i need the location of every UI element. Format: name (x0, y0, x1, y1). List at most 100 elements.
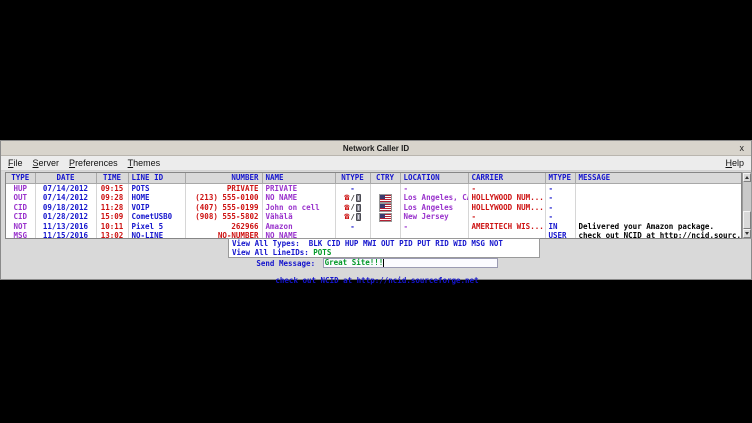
number-cell[interactable]: PRIVATE (185, 184, 262, 194)
call-row[interactable]: CID01/28/201215:09CometUSB0(908) 555-580… (6, 212, 741, 222)
col-header-time[interactable]: TIME (96, 173, 128, 184)
close-icon[interactable]: x (740, 142, 745, 155)
call-row[interactable]: HUP07/14/201209:15POTSPRIVATEPRIVATE---- (6, 184, 741, 194)
location-cell[interactable]: Los Angeles, CA (400, 193, 468, 203)
ctry-cell[interactable] (370, 222, 400, 231)
mtype-cell[interactable]: - (545, 203, 575, 213)
ncid-website-link[interactable]: check out NCID at http://ncid.sourceforg… (275, 276, 478, 285)
number-cell[interactable]: (908) 555-5802 (185, 212, 262, 222)
col-header-mtype[interactable]: MTYPE (545, 173, 575, 184)
date-cell[interactable]: 07/14/2012 (35, 184, 96, 194)
number-cell[interactable]: (407) 555-0199 (185, 203, 262, 213)
date-cell[interactable]: 11/13/2016 (35, 222, 96, 231)
location-cell[interactable]: - (400, 184, 468, 194)
date-cell[interactable]: 07/14/2012 (35, 193, 96, 203)
message-cell[interactable] (575, 212, 741, 222)
carrier-cell[interactable]: - (468, 212, 545, 222)
type-cell[interactable]: HUP (6, 184, 35, 194)
type-cell[interactable]: CID (6, 212, 35, 222)
lineid-cell[interactable]: Pixel 5 (128, 222, 185, 231)
call-row[interactable]: OUT07/14/201209:28HOME(213) 555-0100NO N… (6, 193, 741, 203)
col-header-type[interactable]: TYPE (6, 173, 35, 184)
scrollbar-thumb[interactable] (743, 211, 751, 229)
menu-item-preferences[interactable]: Preferences (64, 157, 123, 169)
menu-item-server[interactable]: Server (28, 157, 65, 169)
col-header-ctry[interactable]: CTRY (370, 173, 400, 184)
name-cell[interactable]: NO NAME (262, 193, 335, 203)
ntype-cell[interactable]: - (335, 222, 370, 231)
lineid-cell[interactable]: CometUSB0 (128, 212, 185, 222)
scroll-down-icon[interactable] (743, 229, 751, 238)
col-header-location[interactable]: LOCATION (400, 173, 468, 184)
time-cell[interactable]: 15:09 (96, 212, 128, 222)
ctry-cell[interactable] (370, 184, 400, 194)
col-header-number[interactable]: NUMBER (185, 173, 262, 184)
ctry-cell[interactable] (370, 212, 400, 222)
lineid-cell[interactable]: NO-LINE (128, 231, 185, 240)
col-header-ntype[interactable]: NTYPE (335, 173, 370, 184)
location-cell[interactable]: New Jersey (400, 212, 468, 222)
lineid-cell[interactable]: VOIP (128, 203, 185, 213)
carrier-cell[interactable]: AMERITECH WIS... (468, 222, 545, 231)
menu-bar: FileServerPreferencesThemes Help (1, 156, 751, 171)
call-row[interactable]: NOT11/13/201610:11Pixel 5262966Amazon--A… (6, 222, 741, 231)
name-cell[interactable]: PRIVATE (262, 184, 335, 194)
type-cell[interactable]: MSG (6, 231, 35, 240)
col-header-carrier[interactable]: CARRIER (468, 173, 545, 184)
message-cell[interactable]: check out NCID at http://ncid.sourc... (575, 231, 741, 240)
col-header-message[interactable]: MESSAGE (575, 173, 741, 184)
date-cell[interactable]: 01/28/2012 (35, 212, 96, 222)
carrier-cell[interactable]: HOLLYWOOD NUM... (468, 203, 545, 213)
call-row[interactable]: CID09/18/201211:28VOIP(407) 555-0199John… (6, 203, 741, 213)
name-cell[interactable]: John on cell (262, 203, 335, 213)
carrier-cell[interactable]: - (468, 184, 545, 194)
title-bar[interactable]: Network Caller ID x (1, 141, 751, 156)
type-cell[interactable]: OUT (6, 193, 35, 203)
time-cell[interactable]: 09:28 (96, 193, 128, 203)
message-cell[interactable] (575, 193, 741, 203)
menu-item-themes[interactable]: Themes (123, 157, 166, 169)
col-header-name[interactable]: NAME (262, 173, 335, 184)
date-cell[interactable]: 11/15/2016 (35, 231, 96, 240)
mtype-cell[interactable]: USER (545, 231, 575, 240)
cell-phone-icon (356, 204, 361, 212)
carrier-cell[interactable]: HOLLYWOOD NUM... (468, 193, 545, 203)
col-header-date[interactable]: DATE (35, 173, 96, 184)
mtype-cell[interactable]: - (545, 184, 575, 194)
send-message-input[interactable]: Great Site!!! (323, 258, 498, 268)
message-cell[interactable] (575, 184, 741, 194)
ntype-separator: / (351, 213, 355, 222)
number-cell[interactable]: 262966 (185, 222, 262, 231)
message-cell[interactable]: Delivered your Amazon package. (575, 222, 741, 231)
type-cell[interactable]: NOT (6, 222, 35, 231)
menu-item-file[interactable]: File (3, 157, 28, 169)
ntype-cell[interactable]: ☎/ (335, 212, 370, 222)
time-cell[interactable]: 11:28 (96, 203, 128, 213)
message-cell[interactable] (575, 203, 741, 213)
link-row: check out NCID at http://ncid.sourceforg… (1, 268, 752, 287)
time-cell[interactable]: 10:11 (96, 222, 128, 231)
lineid-cell[interactable]: HOME (128, 193, 185, 203)
location-cell[interactable]: - (400, 222, 468, 231)
time-cell[interactable]: 09:15 (96, 184, 128, 194)
name-cell[interactable]: Vähälä (262, 212, 335, 222)
scroll-up-icon[interactable] (743, 173, 751, 182)
menu-item-help[interactable]: Help (720, 157, 749, 169)
lineid-cell[interactable]: POTS (128, 184, 185, 194)
mtype-cell[interactable]: IN (545, 222, 575, 231)
name-cell[interactable]: Amazon (262, 222, 335, 231)
ntype-cell[interactable]: ☎/ (335, 193, 370, 203)
time-cell[interactable]: 13:02 (96, 231, 128, 240)
mtype-cell[interactable]: - (545, 212, 575, 222)
ctry-cell[interactable] (370, 203, 400, 213)
ntype-cell[interactable]: ☎/ (335, 203, 370, 213)
location-cell[interactable]: Los Angeles (400, 203, 468, 213)
type-cell[interactable]: CID (6, 203, 35, 213)
table-scrollbar[interactable] (742, 172, 752, 239)
col-header-lineid[interactable]: LINE ID (128, 173, 185, 184)
mtype-cell[interactable]: - (545, 193, 575, 203)
ctry-cell[interactable] (370, 193, 400, 203)
ntype-cell[interactable]: - (335, 184, 370, 194)
date-cell[interactable]: 09/18/2012 (35, 203, 96, 213)
number-cell[interactable]: (213) 555-0100 (185, 193, 262, 203)
